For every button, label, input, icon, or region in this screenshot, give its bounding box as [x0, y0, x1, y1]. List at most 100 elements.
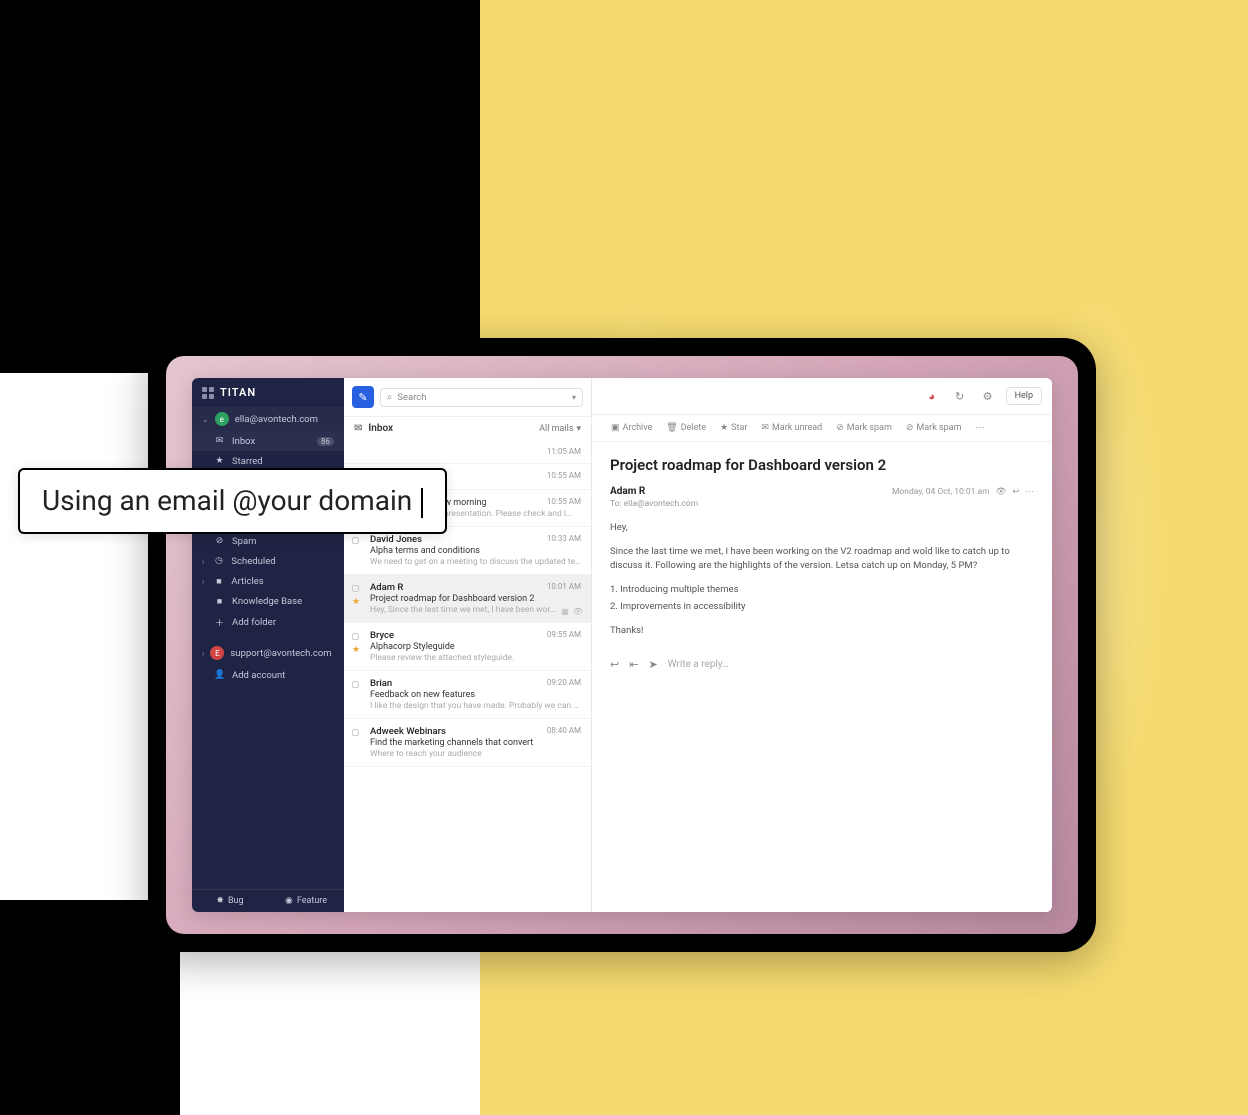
list-filter[interactable]: All mails▾ [539, 424, 581, 434]
envelope-icon: ✉ [354, 423, 362, 434]
msg-time: 10:01 AM [547, 582, 581, 591]
reply-all-icon[interactable]: ⇤ [629, 658, 638, 671]
refresh-icon[interactable]: ↻ [950, 386, 970, 406]
more-icon[interactable]: ⋯ [1026, 487, 1035, 497]
chevron-right-icon: › [202, 649, 204, 658]
app-topbar: ◕ ↻ ⚙ Help [592, 378, 1052, 415]
palette-icon[interactable]: ◕ [922, 386, 942, 406]
search-placeholder: Search [397, 392, 426, 403]
reply-icon[interactable]: ↩ [1012, 487, 1019, 497]
sidebar: TITAN ⌄ e ella@avontech.com ✉ Inbox 86 ★… [192, 378, 344, 912]
star-button[interactable]: ★Star [715, 421, 752, 435]
add-account[interactable]: 👤Add account [192, 665, 344, 685]
feature-button[interactable]: ◉Feature [268, 890, 344, 912]
trash-icon: 🗑 [666, 423, 677, 433]
eye-icon[interactable]: 👁 [996, 487, 1007, 497]
sender-name: Adam R [610, 486, 645, 497]
message-item[interactable]: 11:05 AM [344, 440, 591, 464]
paragraph: Since the last time we met, I have been … [610, 545, 1034, 574]
message-item[interactable]: 10:33 AMDavid JonesAlpha terms and condi… [344, 527, 591, 575]
recipient: To: ella@avontech.com [610, 499, 1034, 509]
gear-icon[interactable]: ⚙ [978, 386, 998, 406]
message-item[interactable]: 08:40 AMAdweek WebinarsFind the marketin… [344, 719, 591, 767]
reader-body: Project roadmap for Dashboard version 2 … [592, 442, 1052, 912]
folder-spam[interactable]: ⊘Spam [192, 531, 344, 551]
checkbox-icon[interactable] [352, 633, 359, 640]
spam-icon: ⊘ [906, 423, 914, 433]
chevron-down-icon: ▾ [576, 424, 581, 434]
folder-knowledge-base[interactable]: ■Knowledge Base [192, 591, 344, 611]
reader-panel: ◕ ↻ ⚙ Help ▣Archive 🗑Delete ★Star ✉Mark … [592, 378, 1052, 912]
folder-label: Knowledge Base [232, 596, 302, 607]
archive-button[interactable]: ▣Archive [606, 421, 657, 435]
chevron-right-icon: › [202, 557, 204, 566]
chevron-down-icon: ⌄ [202, 415, 209, 424]
reply-icon[interactable]: ↩ [610, 658, 619, 671]
more-button[interactable]: ⋯ [970, 421, 989, 435]
forward-icon[interactable]: ➤ [648, 658, 657, 671]
more-icon: ⋯ [975, 423, 984, 433]
msg-preview: We need to get on a meeting to discuss t… [370, 557, 581, 567]
mark-spam-button-2[interactable]: ⊘Mark spam [901, 421, 967, 435]
list-item-2: 2. Improvements in accessibility [610, 600, 1034, 615]
app-menu-icon[interactable] [202, 387, 214, 399]
spam-icon: ⊘ [836, 423, 844, 433]
account-primary[interactable]: ⌄ e ella@avontech.com [192, 407, 344, 431]
message-content: Hey, Since the last time we met, I have … [610, 521, 1034, 638]
sender-date: Monday, 04 Oct, 10:01 am [892, 487, 990, 497]
msg-subject: Find the marketing channels that convert [370, 738, 581, 748]
folder-articles[interactable]: › ■ Articles [192, 571, 344, 591]
checkbox-icon[interactable] [352, 729, 359, 736]
message-item[interactable]: 09:20 AMBrianFeedback on new featuresI l… [344, 671, 591, 719]
feature-label: Feature [297, 896, 327, 906]
compose-button[interactable]: ✎ [352, 386, 374, 408]
reply-placeholder[interactable]: Write a reply… [668, 659, 729, 670]
chevron-right-icon: › [202, 577, 204, 586]
overlay-tagline: Using an email @your domain [18, 468, 447, 534]
msg-preview: I like the design that you have made. Pr… [370, 701, 581, 711]
list-topbar: ✎ ⌕ Search ▾ [344, 378, 591, 417]
eye-icon[interactable]: 👁 [573, 607, 583, 616]
closing: Thanks! [610, 624, 1034, 639]
msg-subject: Feedback on new features [370, 690, 581, 700]
folder-scheduled[interactable]: ›◷Scheduled [192, 551, 344, 571]
checkbox-icon[interactable] [352, 585, 359, 592]
msg-subject: Project roadmap for Dashboard version 2 [370, 594, 581, 604]
folder-icon: ■ [213, 576, 224, 587]
calendar-icon[interactable]: ▦ [561, 607, 569, 616]
delete-button[interactable]: 🗑Delete [661, 421, 711, 435]
star-icon[interactable]: ★ [352, 645, 359, 652]
checkbox-icon[interactable] [352, 537, 359, 544]
folder-label: Add folder [232, 617, 276, 628]
folder-label: Articles [231, 576, 263, 587]
account-secondary[interactable]: › E support@avontech.com [192, 641, 344, 665]
sender-meta: Monday, 04 Oct, 10:01 am 👁 ↩ ⋯ [892, 487, 1034, 497]
overlay-text: Using an email @your domain [42, 484, 412, 517]
msg-subject: Alpha terms and conditions [370, 546, 581, 556]
message-item[interactable]: ★09:55 AMBryceAlphacorp StyleguidePlease… [344, 623, 591, 671]
folder-label: Inbox [232, 436, 255, 447]
bug-button[interactable]: ✸Bug [192, 890, 268, 912]
folder-inbox[interactable]: ✉ Inbox 86 [192, 431, 344, 451]
envelope-icon: ✉ [761, 423, 769, 433]
help-button[interactable]: Help [1006, 387, 1042, 405]
bug-label: Bug [228, 896, 244, 906]
mark-spam-button[interactable]: ⊘Mark spam [831, 421, 897, 435]
msg-time: 10:33 AM [547, 534, 581, 543]
msg-preview: Hey, Since the last time we met, I have … [370, 605, 581, 615]
search-input[interactable]: ⌕ Search ▾ [380, 388, 583, 407]
message-item-selected[interactable]: ★10:01 AMAdam RProject roadmap for Dashb… [344, 575, 591, 623]
msg-preview: Please review the attached styleguide. [370, 653, 581, 663]
avatar: E [210, 646, 224, 660]
star-icon[interactable]: ★ [352, 597, 359, 604]
avatar: e [215, 412, 229, 426]
mark-unread-button[interactable]: ✉Mark unread [756, 421, 827, 435]
tablet-screen: TITAN ⌄ e ella@avontech.com ✉ Inbox 86 ★… [166, 356, 1078, 934]
plus-icon: ＋ [214, 616, 225, 629]
inbox-icon: ✉ [214, 436, 225, 446]
add-folder[interactable]: ＋ Add folder [192, 611, 344, 633]
checkbox-icon[interactable] [352, 681, 359, 688]
spam-icon: ⊘ [214, 536, 225, 546]
add-account-label: Add account [232, 670, 285, 681]
account-email: ella@avontech.com [235, 414, 318, 425]
